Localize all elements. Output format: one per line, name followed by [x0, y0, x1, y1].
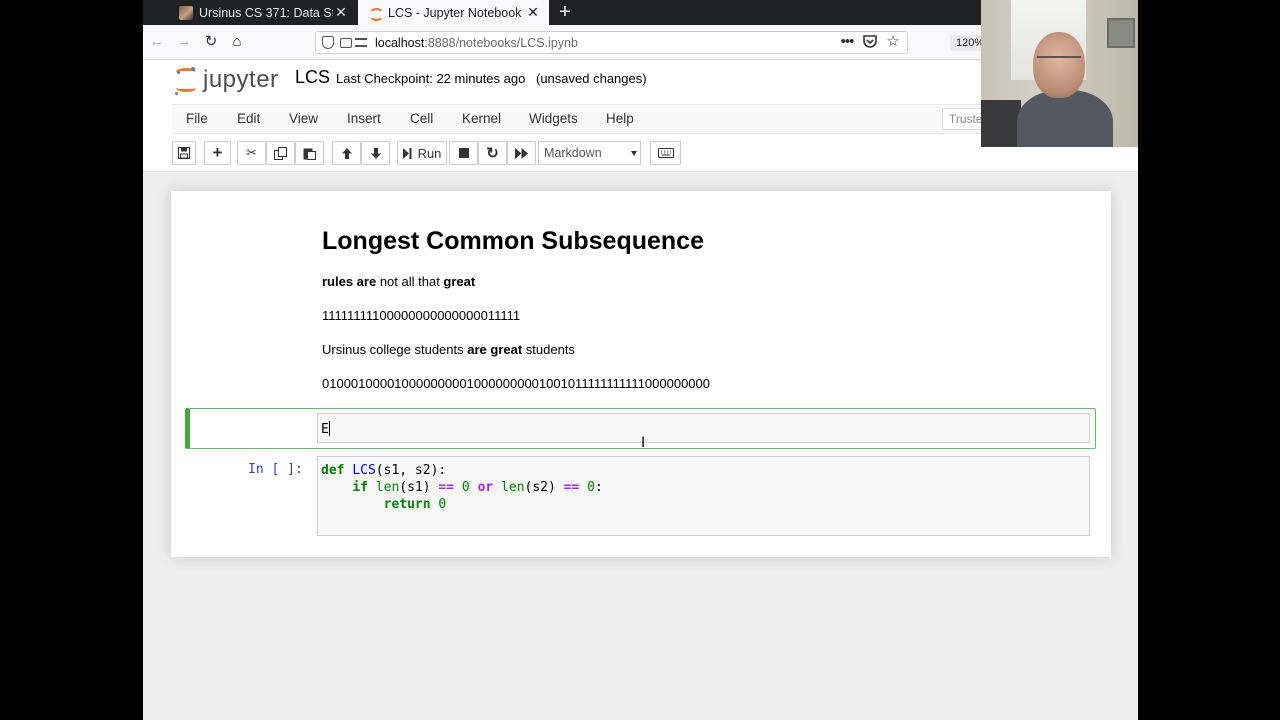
code-text: def LCS(s1, s2): if len(s1) == 0 or len(…: [321, 463, 603, 512]
url-host: localhost: [375, 35, 425, 50]
keyboard-icon: [657, 148, 674, 158]
jupyter-logo-icon: [175, 67, 197, 95]
permissions-icon[interactable]: [355, 38, 367, 47]
code-cell[interactable]: In [ ]: def LCS(s1, s2): if len(s1) == 0…: [185, 454, 1096, 537]
plain-text: students: [522, 342, 575, 357]
arrow-up-icon: [341, 147, 352, 159]
markdown-line-ursinus: Ursinus college students are great stude…: [322, 342, 575, 357]
markdown-line-rules: rules are not all that great: [322, 274, 475, 289]
save-button[interactable]: [172, 141, 196, 165]
plain-text: not all that: [376, 274, 444, 289]
tab-title: Ursinus CS 371: Data Str: [199, 5, 333, 20]
arrow-down-icon: [370, 147, 381, 159]
tab-favicon-icon: [179, 5, 193, 20]
input-prompt: In [ ]:: [248, 462, 303, 477]
menu-cell[interactable]: Cell: [410, 111, 433, 126]
cell-type-select[interactable]: Markdown: [538, 141, 641, 165]
forward-arrow-icon[interactable]: →: [175, 33, 193, 51]
interrupt-kernel-button[interactable]: [449, 141, 478, 165]
bold-text: great: [443, 274, 476, 289]
tab-title: LCS - Jupyter Notebook: [388, 5, 522, 20]
jupyter-wordmark: jupyter: [203, 66, 279, 93]
jupyter-logo[interactable]: jupyter: [175, 65, 280, 97]
bookmark-star-icon[interactable]: ☆: [884, 33, 902, 51]
stop-icon: [458, 148, 469, 158]
notebook-area: Longest Common Subsequence rules are not…: [143, 172, 1138, 720]
save-icon: [178, 147, 190, 159]
restart-kernel-button[interactable]: ↻: [478, 141, 507, 165]
address-bar[interactable]: localhost:8888/notebooks/LCS.ipynb 120%: [315, 31, 991, 54]
scissors-icon: ✂: [246, 145, 257, 160]
menu-edit[interactable]: Edit: [237, 111, 260, 126]
jupyter-favicon-icon: [368, 6, 384, 21]
restart-run-all-button[interactable]: [507, 141, 536, 165]
autosave-status: (unsaved changes): [536, 71, 647, 86]
webcam-overlay: [981, 0, 1138, 147]
menu-view[interactable]: View: [289, 111, 318, 126]
home-icon[interactable]: ⌂: [228, 33, 246, 51]
editor-text: E: [321, 422, 329, 437]
reload-icon[interactable]: ↻: [202, 33, 220, 51]
copy-button[interactable]: [266, 141, 295, 165]
tracking-shield-icon[interactable]: [322, 36, 334, 49]
paste-button[interactable]: [295, 141, 324, 165]
back-arrow-icon[interactable]: ←: [148, 33, 166, 51]
step-forward-icon: [402, 147, 412, 159]
move-cell-up-button[interactable]: [332, 141, 361, 165]
menu-file[interactable]: File: [186, 111, 208, 126]
bold-text: rules are: [322, 274, 377, 289]
page-info-icon[interactable]: [340, 37, 352, 48]
restart-icon: ↻: [486, 145, 499, 162]
plain-text: Ursinus college students: [322, 342, 468, 357]
chevron-down-icon: [631, 151, 637, 156]
notebook-heading: Longest Common Subsequence: [322, 227, 704, 255]
menu-help[interactable]: Help: [606, 111, 634, 126]
tab-ursinus-cs371[interactable]: Ursinus CS 371: Data Str ✕: [169, 0, 357, 25]
code-editor[interactable]: def LCS(s1, s2): if len(s1) == 0 or len(…: [317, 456, 1090, 536]
plus-icon: +: [212, 143, 223, 162]
last-checkpoint: Last Checkpoint: 22 minutes ago: [336, 71, 526, 86]
fast-forward-icon: [515, 147, 528, 159]
run-button[interactable]: Run: [397, 141, 447, 165]
url-path: :8888/notebooks/LCS.ipynb: [424, 35, 578, 50]
cell-editor[interactable]: E: [317, 413, 1090, 443]
menu-widgets[interactable]: Widgets: [529, 111, 578, 126]
paste-icon: [303, 148, 316, 160]
cut-button[interactable]: ✂: [237, 141, 266, 165]
command-palette-button[interactable]: [650, 141, 681, 165]
page-actions-menu-icon[interactable]: •••: [838, 33, 856, 51]
run-label: Run: [417, 145, 442, 161]
new-tab-button[interactable]: +: [553, 0, 577, 25]
text-cursor-icon: I: [641, 435, 646, 451]
notebook-name[interactable]: LCS: [295, 67, 330, 88]
binary-string-1: 11111111100000000000000011111: [322, 308, 521, 323]
menu-kernel[interactable]: Kernel: [462, 111, 501, 126]
pocket-icon[interactable]: [861, 33, 879, 51]
binary-string-2: 0100010000100000000010000000001001011111…: [322, 376, 711, 391]
tab-lcs-notebook[interactable]: LCS - Jupyter Notebook ✕: [358, 0, 549, 25]
copy-icon: [274, 146, 287, 160]
close-tab-icon[interactable]: ✕: [525, 4, 541, 21]
cell-type-value: Markdown: [544, 146, 602, 160]
notebook-page: Longest Common Subsequence rules are not…: [171, 191, 1111, 557]
insert-cell-button[interactable]: +: [204, 141, 231, 165]
menu-insert[interactable]: Insert: [347, 111, 381, 126]
move-cell-down-button[interactable]: [361, 141, 390, 165]
close-tab-icon[interactable]: ✕: [333, 4, 349, 21]
bold-text: are great: [467, 342, 523, 357]
